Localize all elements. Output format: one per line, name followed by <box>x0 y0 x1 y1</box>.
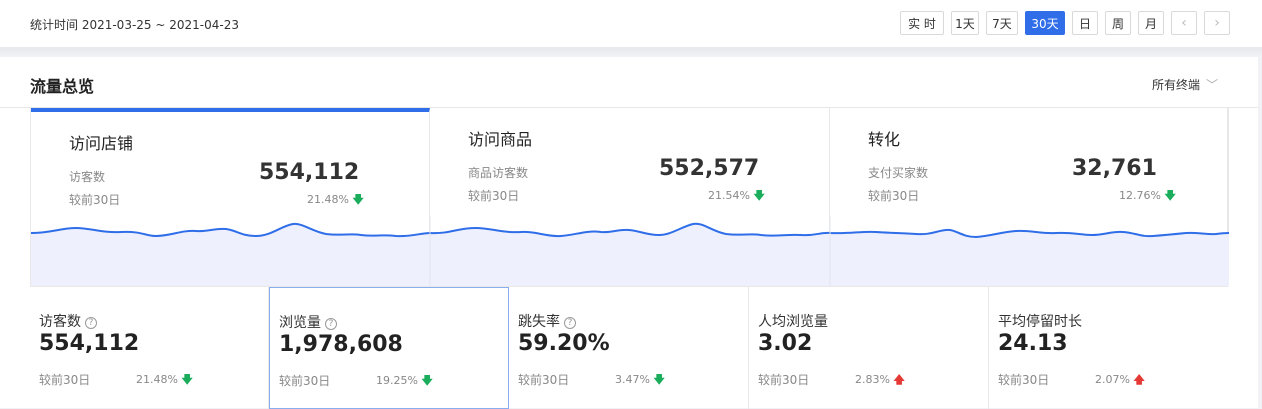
card-value: 552,577 <box>659 156 760 181</box>
stat-compare-label: 较前30日 <box>998 373 1050 387</box>
traffic-overview-panel: 流量总览 所有终端 ﹀ 访问店铺 访客数 较前30日 554,112 21.48%… <box>0 57 1258 409</box>
card-change-value: 12.76% <box>1119 189 1161 202</box>
stat-compare-label: 较前30日 <box>39 373 91 387</box>
metric-stats-row: 访客数? 554,112 较前30日 21.48% 🡇 浏览量? 1,978,6… <box>30 286 1228 409</box>
card-metric-label: 支付买家数 <box>868 166 929 180</box>
time-range-buttons: 实 时 1天 7天 30天 日 周 月 ‹ › <box>893 11 1230 35</box>
stat-change: 2.83% 🡅 <box>855 371 905 390</box>
stat-label: 人均浏览量 <box>758 311 828 331</box>
stat-value: 3.02 <box>758 331 813 356</box>
stat-change: 21.48% 🡇 <box>136 371 193 390</box>
date-range-label: 统计时间 2021-03-25 ~ 2021-04-23 <box>30 18 239 32</box>
stat-change-value: 19.25% <box>376 374 418 387</box>
arrow-down-icon: 🡇 <box>421 374 433 387</box>
arrow-down-icon: 🡇 <box>753 189 765 202</box>
chevron-right-icon: › <box>1214 15 1220 31</box>
stat-label: 跳失率? <box>518 311 576 331</box>
month-button[interactable]: 月 <box>1138 11 1164 35</box>
terminal-select[interactable]: 所有终端 ﹀ <box>1152 76 1218 93</box>
stat-compare-label: 较前30日 <box>758 373 810 387</box>
stat-change-value: 21.48% <box>136 373 178 386</box>
stat-avg-duration[interactable]: 平均停留时长 24.13 较前30日 2.07% 🡅 <box>989 287 1228 409</box>
terminal-select-label: 所有终端 <box>1151 78 1200 92</box>
stat-label: 访客数? <box>39 311 97 331</box>
prev-button[interactable]: ‹ <box>1171 11 1197 35</box>
arrow-up-icon: 🡅 <box>1133 373 1145 386</box>
card-title: 转化 <box>868 130 901 149</box>
realtime-button[interactable]: 实 时 <box>900 11 944 35</box>
arrow-down-icon: 🡇 <box>1164 189 1176 202</box>
next-button[interactable]: › <box>1204 11 1230 35</box>
card-value: 32,761 <box>1072 156 1157 181</box>
card-value: 554,112 <box>259 160 360 185</box>
top-toolbar: 统计时间 2021-03-25 ~ 2021-04-23 实 时 1天 7天 3… <box>0 0 1262 47</box>
30day-button[interactable]: 30天 <box>1025 11 1065 35</box>
arrow-down-icon: 🡇 <box>181 373 193 386</box>
card-compare-label: 较前30日 <box>69 193 121 207</box>
stat-change: 3.47% 🡇 <box>615 371 665 390</box>
stat-change-value: 2.07% <box>1095 373 1130 386</box>
panel-title: 流量总览 <box>30 77 95 96</box>
week-button[interactable]: 周 <box>1105 11 1131 35</box>
stat-change-value: 3.47% <box>615 373 650 386</box>
stat-value: 554,112 <box>39 331 140 356</box>
stat-label-text: 浏览量 <box>279 315 321 331</box>
card-metric-label: 商品访客数 <box>468 166 529 180</box>
arrow-down-icon: 🡇 <box>352 193 364 206</box>
traffic-sparkline <box>31 216 1229 286</box>
help-icon[interactable]: ? <box>564 317 576 329</box>
stat-label: 平均停留时长 <box>998 311 1082 331</box>
card-compare-label: 较前30日 <box>468 189 520 203</box>
stat-change-value: 2.83% <box>855 373 890 386</box>
stat-label-text: 平均停留时长 <box>998 314 1082 330</box>
stat-value: 24.13 <box>998 331 1068 356</box>
stat-label: 浏览量? <box>279 312 337 332</box>
stat-compare-label: 较前30日 <box>518 373 570 387</box>
1day-button[interactable]: 1天 <box>951 11 979 35</box>
stat-compare-label: 较前30日 <box>279 374 331 388</box>
day-button[interactable]: 日 <box>1072 11 1098 35</box>
7day-button[interactable]: 7天 <box>986 11 1018 35</box>
stat-value: 59.20% <box>518 331 610 356</box>
arrow-down-icon: 🡇 <box>653 373 665 386</box>
chevron-down-icon: ﹀ <box>1205 78 1218 92</box>
card-compare-label: 较前30日 <box>868 189 920 203</box>
stat-pageviews[interactable]: 浏览量? 1,978,608 较前30日 19.25% 🡇 <box>269 287 509 409</box>
card-change-value: 21.54% <box>708 189 750 202</box>
stat-visitors[interactable]: 访客数? 554,112 较前30日 21.48% 🡇 <box>30 287 269 409</box>
card-change: 21.48% 🡇 <box>307 191 364 210</box>
help-icon[interactable]: ? <box>85 317 97 329</box>
card-title: 访问商品 <box>468 130 533 149</box>
card-change: 21.54% 🡇 <box>708 187 765 206</box>
card-change-value: 21.48% <box>307 193 349 206</box>
card-metric-label: 访客数 <box>69 170 106 184</box>
stat-value: 1,978,608 <box>279 332 403 357</box>
stat-label-text: 人均浏览量 <box>758 314 828 330</box>
toolbar-shadow <box>0 47 1262 57</box>
funnel-cards: 访问店铺 访客数 较前30日 554,112 21.48% 🡇 访问商品 商品访… <box>30 108 1229 286</box>
card-title: 访问店铺 <box>69 134 134 153</box>
stat-label-text: 跳失率 <box>518 314 560 330</box>
card-change: 12.76% 🡇 <box>1119 187 1176 206</box>
chevron-left-icon: ‹ <box>1181 15 1187 31</box>
stat-change: 2.07% 🡅 <box>1095 371 1145 390</box>
stat-label-text: 访客数 <box>39 314 81 330</box>
stat-change: 19.25% 🡇 <box>376 372 433 391</box>
arrow-up-icon: 🡅 <box>893 373 905 386</box>
stat-bounce-rate[interactable]: 跳失率? 59.20% 较前30日 3.47% 🡇 <box>509 287 749 409</box>
stat-avg-pageviews[interactable]: 人均浏览量 3.02 较前30日 2.83% 🡅 <box>749 287 989 409</box>
help-icon[interactable]: ? <box>325 318 337 330</box>
